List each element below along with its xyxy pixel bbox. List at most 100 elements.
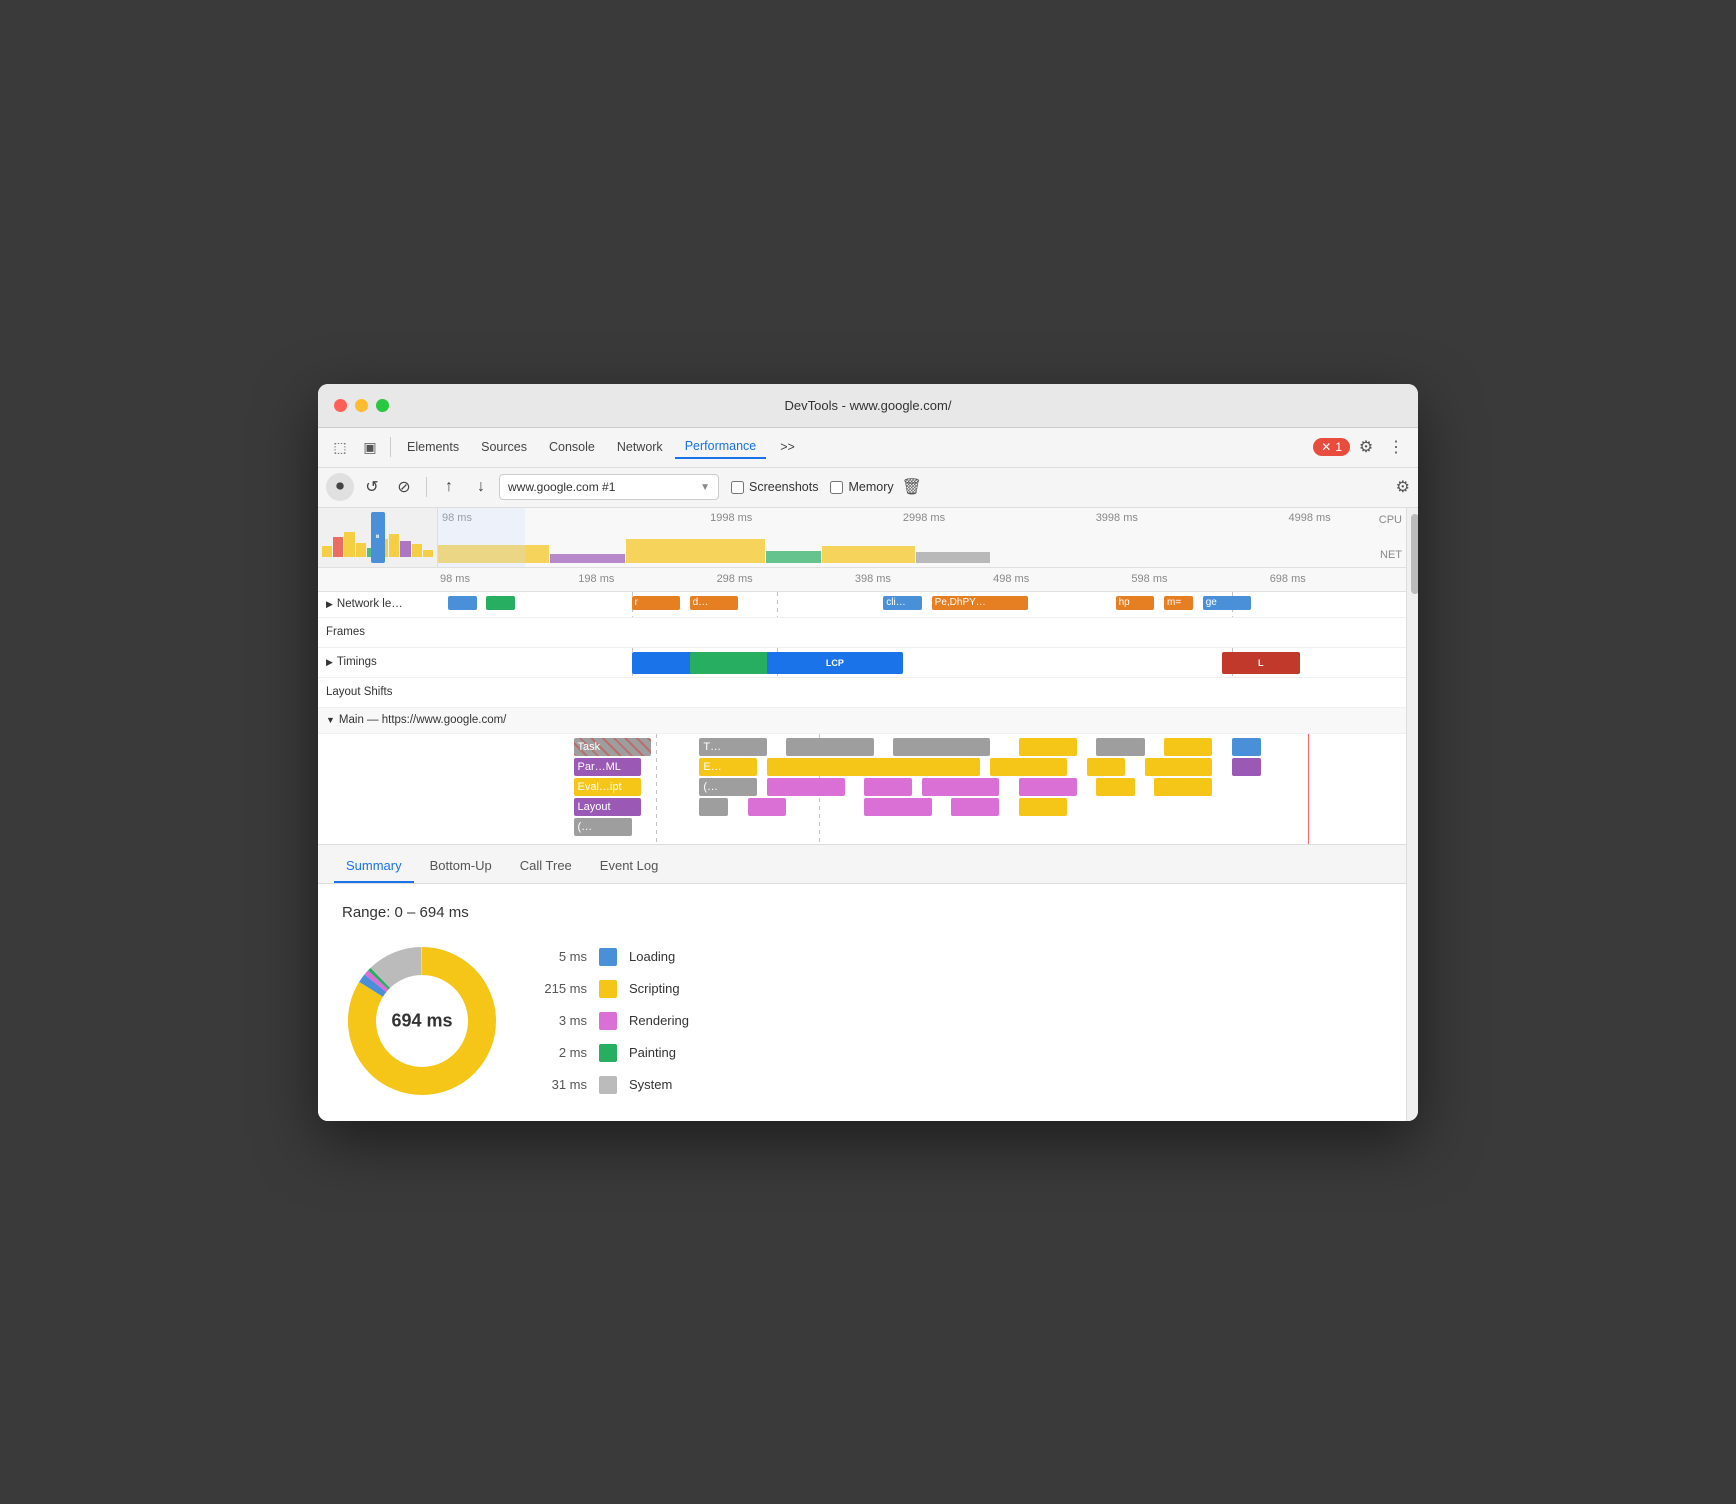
render-med-2[interactable] (951, 798, 999, 816)
maximize-button[interactable] (376, 399, 389, 412)
tab-sources[interactable]: Sources (471, 436, 537, 458)
main-track-header: ▼ Main — https://www.google.com/ (318, 708, 1406, 734)
script-block-5[interactable] (1096, 778, 1135, 796)
flame-row-4: (… (438, 818, 1406, 838)
net-block[interactable] (448, 596, 477, 610)
memory-checkbox-label[interactable]: Memory (830, 480, 893, 494)
task-block-2[interactable] (786, 738, 873, 756)
settings-icon[interactable]: ⚙ (1352, 433, 1380, 461)
tab-event-log[interactable]: Event Log (588, 850, 671, 883)
loading-swatch (599, 948, 617, 966)
upload-button[interactable]: ↑ (435, 473, 463, 501)
cursor-icon[interactable]: ⬚ (326, 433, 354, 461)
network-track-label[interactable]: ▶ Network le… (318, 598, 438, 610)
tab-network[interactable]: Network (607, 436, 673, 458)
layout-block[interactable]: Layout (574, 798, 642, 816)
trash-icon[interactable]: 🗑 (902, 477, 922, 497)
render-block[interactable] (767, 778, 844, 796)
tab-console[interactable]: Console (539, 436, 605, 458)
reload-button[interactable]: ↺ (358, 473, 386, 501)
parse-block[interactable]: Par…ML (574, 758, 642, 776)
close-button[interactable] (334, 399, 347, 412)
timeline-area: ⏸ 98 ms 1998 ms 2998 ms 3998 ms 4998 ms (318, 508, 1418, 1121)
eval-block[interactable]: E… (699, 758, 757, 776)
render-block-3[interactable] (922, 778, 999, 796)
tab-call-tree[interactable]: Call Tree (508, 850, 584, 883)
eval-block-6[interactable] (1232, 758, 1261, 776)
eval-block-3[interactable] (990, 758, 1067, 776)
rendering-ms: 3 ms (542, 1013, 587, 1028)
time-label-2: 2998 ms (828, 512, 1021, 524)
eval-block-2[interactable] (767, 758, 980, 776)
more-menu-icon[interactable]: ⋮ (1382, 433, 1410, 461)
timings-track-content[interactable]: DCL FP FCP LCP L (438, 648, 1406, 677)
overview-strip[interactable]: ⏸ 98 ms 1998 ms 2998 ms 3998 ms 4998 ms (318, 508, 1406, 568)
task-block-5[interactable] (1096, 738, 1144, 756)
screenshots-checkbox[interactable] (731, 481, 744, 494)
tab-elements[interactable]: Elements (397, 436, 469, 458)
tab-summary[interactable]: Summary (334, 850, 414, 883)
eval-block-5[interactable] (1145, 758, 1213, 776)
layout-shifts-content[interactable] (438, 678, 1406, 707)
timings-track-label[interactable]: ▶ Timings (318, 656, 438, 668)
net-block[interactable]: hp (1116, 596, 1155, 610)
net-block[interactable]: cli… (883, 596, 922, 610)
settings-gear-icon[interactable]: ⚙ (1396, 477, 1410, 497)
memory-checkbox[interactable] (830, 481, 843, 494)
net-block[interactable] (486, 596, 515, 610)
task-block-3[interactable] (893, 738, 990, 756)
tab-performance[interactable]: Performance (675, 435, 767, 459)
minimize-button[interactable] (355, 399, 368, 412)
flame-row-3: Layout (438, 798, 1406, 818)
task-block-7[interactable] (1232, 738, 1261, 756)
screenshots-checkbox-label[interactable]: Screenshots (731, 480, 818, 494)
more-tabs-button[interactable]: >> (770, 436, 805, 458)
task-block-4[interactable] (1019, 738, 1077, 756)
frames-track-content[interactable] (438, 618, 1406, 647)
tick-698: 698 ms (1268, 573, 1406, 585)
scrollbar-thumb[interactable] (1411, 514, 1418, 594)
task-block[interactable]: Task (574, 738, 651, 756)
last-block[interactable]: (… (574, 818, 632, 836)
time-label-1: 1998 ms (635, 512, 828, 524)
toolbar: ⏺ ↺ ⊘ ↑ ↓ www.google.com #1 ▼ Screenshot… (318, 468, 1418, 508)
tab-bottom-up[interactable]: Bottom-Up (418, 850, 504, 883)
task-block-6[interactable] (1164, 738, 1212, 756)
anon-block[interactable]: (… (699, 778, 757, 796)
render-med[interactable] (864, 798, 932, 816)
timings-expand-icon[interactable]: ▶ (326, 657, 333, 668)
network-track-content[interactable]: r d… cli… Pe,DhPY… hp m= ge (438, 592, 1406, 617)
render-block-4[interactable] (1019, 778, 1077, 796)
tabbar: ⬚ ▣ Elements Sources Console Network Per… (318, 428, 1418, 468)
script-block-6[interactable] (1154, 778, 1212, 796)
task-block-t[interactable]: T… (699, 738, 767, 756)
frames-track-row: Frames (318, 618, 1406, 648)
net-block[interactable]: ge (1203, 596, 1251, 610)
evalscript-block[interactable]: Eval…ipt (574, 778, 642, 796)
net-block[interactable]: m= (1164, 596, 1193, 610)
net-block[interactable]: d… (690, 596, 738, 610)
script-small[interactable] (1019, 798, 1067, 816)
render-block-2[interactable] (864, 778, 912, 796)
overview-minimap: ⏸ (318, 508, 438, 567)
scrollbar-track[interactable] (1406, 508, 1418, 1121)
url-dropdown-icon[interactable]: ▼ (700, 482, 710, 493)
clear-button[interactable]: ⊘ (390, 473, 418, 501)
legend-system: 31 ms System (542, 1076, 689, 1094)
eval-block-4[interactable] (1087, 758, 1126, 776)
net-block[interactable]: Pe,DhPY… (932, 596, 1029, 610)
error-badge: ✕ 1 (1313, 438, 1350, 456)
device-icon[interactable]: ▣ (356, 433, 384, 461)
record-button[interactable]: ⏺ (326, 473, 354, 501)
network-expand-icon[interactable]: ▶ (326, 599, 333, 610)
donut-chart: 694 ms (342, 941, 502, 1101)
net-block[interactable]: r (632, 596, 680, 610)
main-track-label[interactable]: ▼ Main — https://www.google.com/ (318, 714, 1406, 726)
overview-ruler[interactable]: 98 ms 1998 ms 2998 ms 3998 ms 4998 ms (438, 508, 1406, 567)
frames-track-label: Frames (318, 626, 438, 638)
main-expand-icon[interactable]: ▼ (326, 715, 335, 725)
legend: 5 ms Loading 215 ms Scripting 3 ms (542, 948, 689, 1094)
small-block[interactable] (699, 798, 728, 816)
download-button[interactable]: ↓ (467, 473, 495, 501)
render-small[interactable] (748, 798, 787, 816)
